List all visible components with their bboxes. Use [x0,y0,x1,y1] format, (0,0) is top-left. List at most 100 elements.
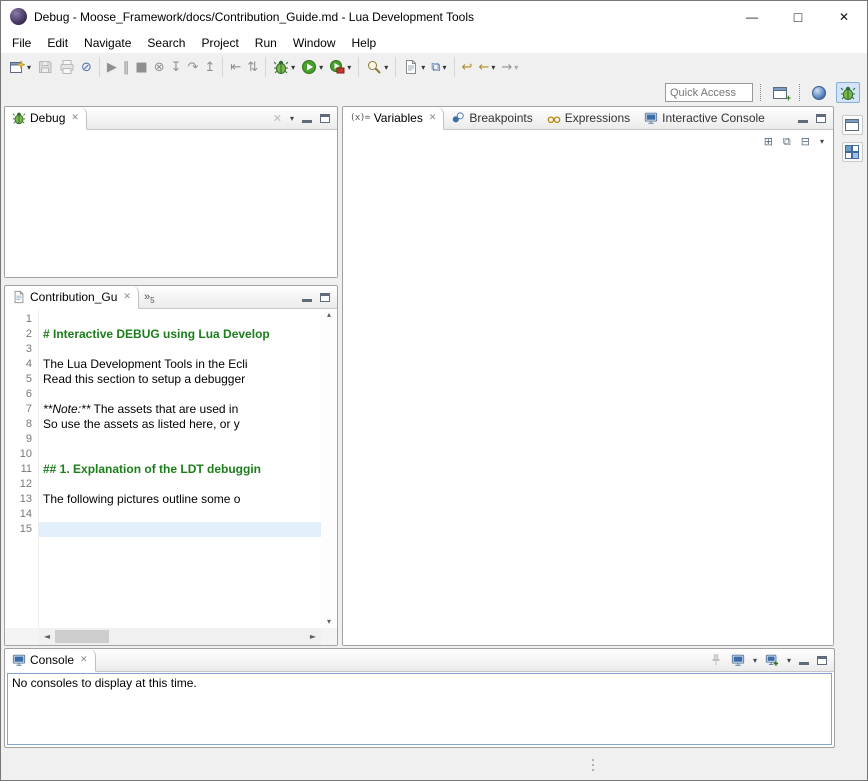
window-icon [844,117,860,133]
toolbar-separator [454,57,455,77]
tab-contribution-guide[interactable]: Contribution_Gu ✕ [5,286,139,309]
menu-help[interactable]: Help [344,33,385,53]
debug-perspective-button[interactable] [836,82,860,103]
pin-console-icon[interactable] [709,653,723,667]
console-view: Console ✕ ▾ ▾ No consoles to display at … [4,648,835,748]
maximize-icon[interactable] [816,114,826,123]
scrollbar-thumb[interactable] [55,630,109,643]
search-button[interactable]: ▾ [363,56,391,78]
tab-breakpoints[interactable]: Breakpoints [444,107,539,129]
close-icon[interactable]: ✕ [123,292,131,302]
view-menu-icon[interactable]: ▾ [820,137,824,146]
chevron-down-icon[interactable]: ▾ [27,63,31,72]
chevron-down-icon[interactable]: ▾ [421,63,425,72]
skip-all-breakpoints-button[interactable]: ⊘ [78,56,95,78]
last-edit-location-button[interactable]: ↩ [459,56,476,78]
open-element-button[interactable]: ⧉ ▾ [428,56,449,78]
disconnect-button[interactable]: ⊗ [151,56,168,78]
tab-debug[interactable]: Debug ✕ [5,107,87,130]
scroll-up-icon[interactable]: ▴ [327,311,331,319]
scroll-down-icon[interactable]: ▾ [327,618,331,626]
maximize-icon[interactable] [320,293,330,302]
minimize-icon[interactable] [799,662,809,665]
step-into-button[interactable]: ↧ [168,56,185,78]
debug-view-body[interactable] [5,130,337,277]
back-button[interactable]: ← ▾ [475,56,498,78]
app-icon [10,8,27,25]
editor-tab-overflow-button[interactable]: » 5 [139,286,160,308]
menu-file[interactable]: File [4,33,39,53]
new-file-button[interactable]: ▾ [400,56,428,78]
terminate-button[interactable]: ■ [132,56,150,78]
variables-body[interactable] [343,152,833,645]
maximize-icon[interactable] [817,656,827,665]
chevron-down-icon[interactable]: ▾ [384,63,388,72]
minimize-window-button[interactable]: — [729,1,775,32]
minimize-icon[interactable] [302,299,312,302]
scrollbar-track[interactable] [55,628,305,645]
drop-to-frame-button[interactable]: ⇤ [227,56,244,78]
external-tools-icon [329,59,345,75]
maximize-icon[interactable] [320,114,330,123]
display-selected-console-icon[interactable] [731,653,745,667]
chevron-down-icon[interactable]: ▾ [787,656,791,665]
minimize-icon[interactable] [302,120,312,123]
editor-text-area[interactable]: # Interactive DEBUG using Lua Develop Th… [39,309,321,628]
run-button[interactable]: ▾ [298,56,326,78]
toolbar-separator [265,57,266,77]
debug-button[interactable]: ▾ [270,56,298,78]
vertical-scrollbar[interactable]: ▴ ▾ [321,309,337,628]
menu-project[interactable]: Project [193,33,246,53]
open-console-icon[interactable] [765,653,779,667]
menu-navigate[interactable]: Navigate [76,33,139,53]
close-window-button[interactable]: ✕ [821,1,867,32]
menu-run[interactable]: Run [247,33,285,53]
menu-edit[interactable]: Edit [39,33,76,53]
scroll-left-icon[interactable]: ◄ [39,633,55,641]
tab-console[interactable]: Console ✕ [5,649,96,672]
tab-interactive-console[interactable]: Interactive Console [637,107,772,129]
tab-expressions[interactable]: Expressions [540,107,637,129]
show-type-names-icon[interactable]: ⊞ [764,136,773,147]
chevron-down-icon[interactable]: ▾ [319,63,323,72]
chevron-down-icon[interactable]: ▾ [753,656,757,665]
save-button[interactable] [34,56,56,78]
close-icon[interactable]: ✕ [429,113,437,123]
menu-window[interactable]: Window [285,33,344,53]
menu-search[interactable]: Search [139,33,193,53]
suspend-button[interactable]: ‖ [120,56,133,78]
toolbar-separator [395,57,396,77]
print-button[interactable] [56,56,78,78]
resume-button[interactable]: ▶ [104,56,120,78]
remove-all-terminated-icon[interactable]: ✕ [273,113,282,124]
code-text: The following pictures outline some o [43,492,240,506]
external-tools-button[interactable]: ▾ [326,56,354,78]
chevron-down-icon[interactable]: ▾ [443,63,447,72]
chevron-down-icon[interactable]: ▾ [491,63,495,72]
step-over-button[interactable]: ↷ [185,56,202,78]
scroll-right-icon[interactable]: ► [305,633,321,641]
close-icon[interactable]: ✕ [80,655,88,665]
close-icon[interactable]: ✕ [71,113,79,123]
chevron-down-icon[interactable]: ▾ [514,63,518,72]
chevron-down-icon[interactable]: ▾ [291,63,295,72]
new-wizard-button[interactable]: ▾ [6,56,34,78]
use-step-filters-button[interactable]: ⇅ [244,56,261,78]
view-menu-icon[interactable]: ▾ [290,114,294,123]
chevron-down-icon[interactable]: ▾ [347,63,351,72]
resize-grip[interactable] [592,759,594,771]
minimize-icon[interactable] [798,120,808,123]
horizontal-scrollbar[interactable]: ◄ ► [39,628,321,645]
forward-button[interactable]: → ▾ [498,56,521,78]
quick-access-input[interactable] [665,83,753,102]
code-line: **Note:** The assets that are used in [39,402,321,417]
collapse-all-icon[interactable]: ⊟ [801,136,810,147]
tab-variables[interactable]: (x)= Variables ✕ [343,107,444,130]
restore-view-button[interactable] [842,115,863,135]
restore-layout-button[interactable] [842,142,863,162]
show-logical-structures-icon[interactable]: ⧉ [783,136,791,147]
ldt-perspective-button[interactable] [807,82,831,103]
maximize-window-button[interactable]: □ [775,1,821,32]
open-perspective-button[interactable]: + [768,82,792,103]
step-return-button[interactable]: ↥ [201,56,218,78]
